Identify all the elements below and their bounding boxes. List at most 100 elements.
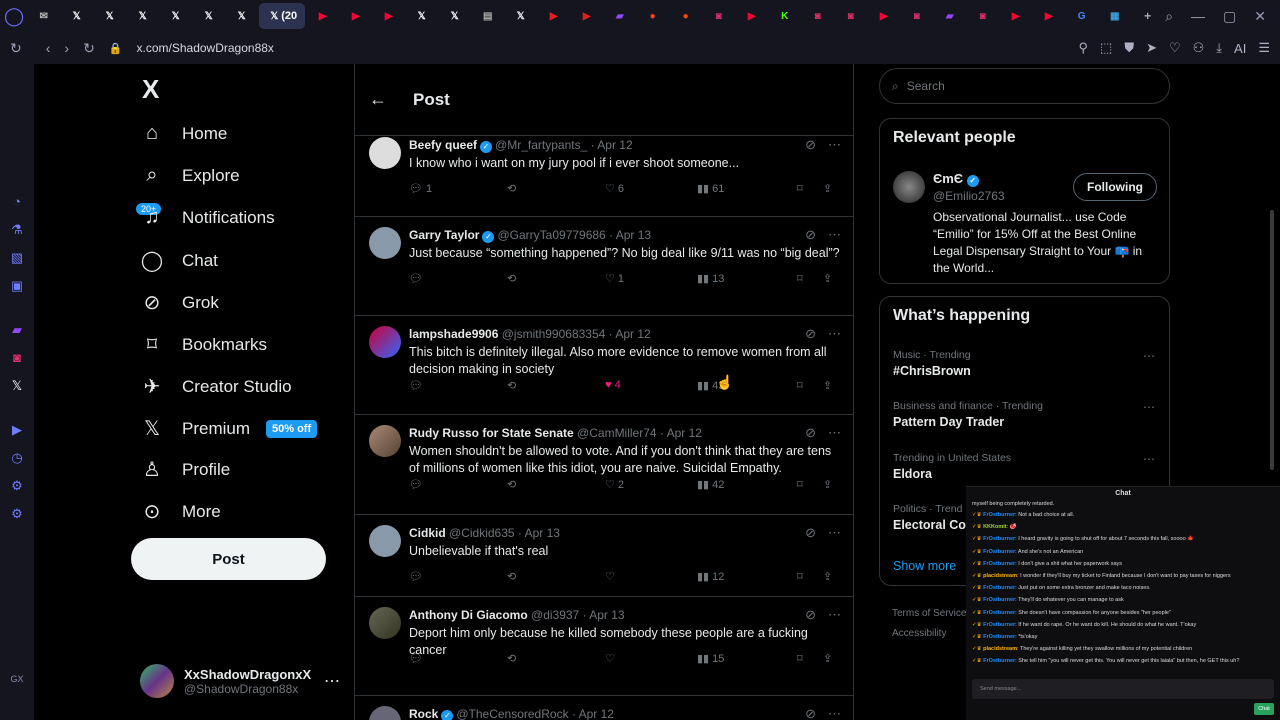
- browser-tab[interactable]: ●: [670, 3, 701, 29]
- browser-tab[interactable]: ▶: [1000, 3, 1031, 29]
- nav-more[interactable]: ⊙ More: [140, 499, 221, 524]
- show-more-link[interactable]: Show more: [893, 559, 956, 573]
- nav-bookmarks[interactable]: ⌑ Bookmarks: [140, 332, 267, 357]
- chat-input[interactable]: Send message...: [972, 679, 1274, 699]
- views-button[interactable]: ▮▮ 15: [697, 652, 797, 665]
- tweet-date[interactable]: Apr 12: [597, 138, 632, 152]
- grok-icon[interactable]: ⊘: [805, 706, 816, 720]
- reply-button[interactable]: 💬︎: [409, 570, 507, 583]
- tweet-date[interactable]: Apr 12: [579, 707, 614, 720]
- bookmark-icon[interactable]: ⌑: [797, 379, 823, 392]
- sidebar-twitch-icon[interactable]: ▰: [12, 322, 22, 338]
- sidebar-history-icon[interactable]: ◷: [11, 450, 22, 466]
- views-button[interactable]: ▮▮ 12: [697, 570, 797, 583]
- tweet-date[interactable]: Apr 13: [525, 526, 560, 540]
- reply-button[interactable]: 💬︎: [409, 272, 507, 285]
- bookmark-icon[interactable]: ⌑: [797, 570, 823, 583]
- nav-explore[interactable]: ⌕ Explore: [140, 164, 239, 187]
- chat-username[interactable]: placidstream: [983, 646, 1017, 652]
- sidebar-extensions-icon[interactable]: ⚙: [11, 478, 23, 494]
- trend-item[interactable]: Business and finance · Trending Pattern D…: [893, 400, 1155, 429]
- chat-username[interactable]: FrOstburner: [983, 634, 1015, 640]
- repost-button[interactable]: ⟲: [507, 379, 605, 392]
- avatar[interactable]: [369, 607, 401, 639]
- search-input[interactable]: ⌕ Search: [879, 68, 1170, 104]
- reload-icon[interactable]: ↻: [83, 40, 95, 57]
- views-button[interactable]: ▮▮ 61: [697, 182, 797, 195]
- like-button[interactable]: ♥ 4: [605, 379, 697, 392]
- repost-button[interactable]: ⟲: [507, 570, 605, 583]
- maximize-icon[interactable]: ▢: [1223, 8, 1236, 25]
- chat-username[interactable]: FrOstburner: [983, 622, 1015, 628]
- ai-button[interactable]: AI: [1234, 41, 1246, 56]
- avatar[interactable]: [369, 706, 401, 720]
- reload-side-icon[interactable]: ↻: [10, 40, 22, 57]
- share-icon[interactable]: ⇪: [823, 182, 843, 195]
- account-more-icon[interactable]: ⋯: [324, 671, 340, 691]
- author-handle[interactable]: @GarryTa09779686: [497, 228, 605, 242]
- sidebar-stripe-icon[interactable]: ▧: [11, 250, 23, 266]
- share-icon[interactable]: ⇪: [823, 272, 843, 285]
- pin-icon[interactable]: ⚲: [1078, 40, 1088, 56]
- repost-button[interactable]: ⟲: [507, 182, 605, 195]
- chat-username[interactable]: FrOstburner: [983, 549, 1015, 555]
- send-icon[interactable]: ➤: [1146, 40, 1157, 56]
- nav-chat[interactable]: ◯ Chat: [140, 248, 218, 273]
- nav-creator-studio[interactable]: ✈ Creator Studio: [140, 374, 292, 399]
- browser-tab[interactable]: 𝕏: [226, 3, 257, 29]
- account-icon[interactable]: ⚇: [1193, 40, 1205, 56]
- opera-gx-logo-icon[interactable]: ◯: [0, 0, 28, 32]
- chat-username[interactable]: FrOstburner: [983, 658, 1015, 664]
- browser-tab[interactable]: 𝕏: [160, 3, 191, 29]
- tweet-date[interactable]: Apr 13: [616, 228, 651, 242]
- grok-icon[interactable]: ⊘: [805, 326, 816, 342]
- nav-grok[interactable]: ⊘ Grok: [140, 290, 219, 315]
- browser-tab[interactable]: ▶: [736, 3, 767, 29]
- chat-username[interactable]: FrOstburner: [983, 597, 1015, 603]
- new-tab-button[interactable]: +: [1132, 3, 1163, 29]
- reply-tweet[interactable]: Beefy queef ✓ @Mr_fartypants_ · Apr 12 ⊘ ⋯ I …: [355, 127, 853, 217]
- terms-link[interactable]: Terms of Service: [892, 604, 966, 624]
- browser-tab[interactable]: ◙: [901, 3, 932, 29]
- search-tabs-icon[interactable]: ⌕: [1165, 8, 1173, 25]
- share-icon[interactable]: ⇪: [823, 652, 843, 665]
- account-switcher[interactable]: XxShadowDragonxX @ShadowDragon88x ⋯: [140, 664, 340, 698]
- trend-more-icon[interactable]: ⋯: [1143, 452, 1155, 466]
- bookmark-icon[interactable]: ⌑: [797, 182, 823, 195]
- accessibility-link[interactable]: Accessibility: [892, 624, 966, 644]
- x-logo[interactable]: X: [142, 74, 159, 105]
- heart-icon[interactable]: ♡: [1169, 40, 1181, 56]
- share-icon[interactable]: ⇪: [823, 478, 843, 491]
- download-icon[interactable]: ⤓: [1216, 40, 1222, 56]
- active-browser-tab[interactable]: 𝕏 (20: [259, 3, 306, 29]
- reply-tweet[interactable]: Rudy Russo for State Senate @CamMiller74…: [355, 415, 853, 515]
- author-handle[interactable]: @Mr_fartypants_: [495, 138, 587, 152]
- screenshot-icon[interactable]: ⬚: [1100, 40, 1112, 56]
- browser-tab[interactable]: 𝕏: [61, 3, 92, 29]
- bookmark-icon[interactable]: ⌑: [797, 652, 823, 665]
- grok-icon[interactable]: ⊘: [805, 425, 816, 441]
- author-handle[interactable]: @jsmith990683354: [502, 327, 606, 341]
- author-name[interactable]: Garry Taylor: [409, 228, 479, 242]
- minimize-icon[interactable]: —: [1191, 8, 1205, 25]
- avatar[interactable]: [369, 137, 401, 169]
- browser-tab[interactable]: ▶: [868, 3, 899, 29]
- chat-username[interactable]: FrOstburner: [983, 585, 1015, 591]
- grok-icon[interactable]: ⊘: [805, 525, 816, 541]
- close-window-icon[interactable]: ✕: [1254, 8, 1266, 25]
- avatar[interactable]: [893, 171, 925, 203]
- browser-tab[interactable]: 𝕏: [406, 3, 437, 29]
- browser-tab[interactable]: ▰: [604, 3, 635, 29]
- like-button[interactable]: ♡ 6: [605, 182, 697, 195]
- following-button[interactable]: Following: [1073, 173, 1157, 201]
- avatar[interactable]: [369, 227, 401, 259]
- bookmark-icon[interactable]: ⌑: [797, 272, 823, 285]
- author-name[interactable]: lampshade9906: [409, 327, 498, 341]
- chat-username[interactable]: placidstream: [983, 573, 1017, 579]
- tab-mail[interactable]: ✉: [28, 3, 59, 29]
- more-options-icon[interactable]: ⋯: [828, 227, 841, 243]
- sidebar-bag-icon[interactable]: ⚗: [11, 222, 23, 238]
- like-button[interactable]: ♡: [605, 652, 697, 665]
- reply-tweet[interactable]: Rock✓@TheCensoredRock · Apr 12⊘⋯💬︎ ⟲♡ ▮▮…: [355, 696, 853, 720]
- forward-icon[interactable]: ›: [64, 40, 69, 56]
